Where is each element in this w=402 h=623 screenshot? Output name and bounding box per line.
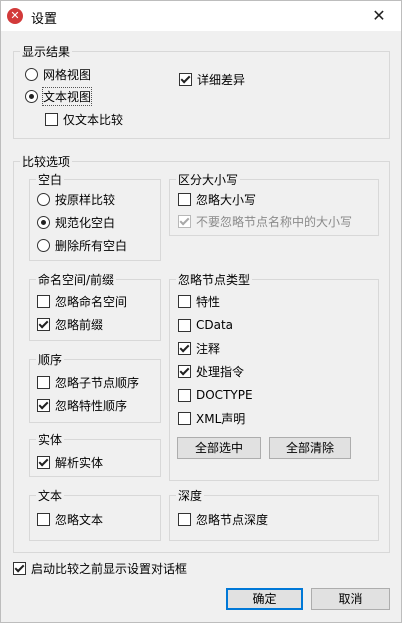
ignore-xml-declaration-checkbox[interactable]: XML声明 (178, 409, 245, 427)
checkbox-icon (37, 294, 50, 308)
checkbox-icon (45, 112, 58, 126)
entities-title: 实体 (36, 431, 65, 448)
checkbox-icon (179, 72, 192, 86)
window-title: 设置 (31, 12, 58, 27)
radio-icon (25, 67, 38, 81)
whitespace-normalize-radio[interactable]: 规范化空白 (37, 213, 115, 231)
order-title: 顺序 (36, 351, 65, 368)
checkbox-icon (178, 388, 191, 402)
show-before-compare-checkbox[interactable]: 启动比较之前显示设置对话框 (13, 559, 187, 577)
case-sensitivity-title: 区分大小写 (176, 171, 241, 188)
checkbox-icon (178, 294, 191, 308)
title-bar: ✕ 设置 ✕ (1, 1, 401, 31)
whitespace-strip-all-radio[interactable]: 删除所有空白 (37, 236, 127, 254)
ignore-cdata-checkbox[interactable]: CData (178, 316, 233, 334)
ignore-comments-checkbox[interactable]: 注释 (178, 339, 220, 357)
whitespace-as-is-radio[interactable]: 按原样比较 (37, 190, 115, 208)
checkbox-icon (178, 512, 191, 526)
ignore-namespace-checkbox[interactable]: 忽略命名空间 (37, 292, 127, 310)
ignore-node-depth-checkbox[interactable]: 忽略节点深度 (178, 510, 268, 528)
radio-icon (37, 192, 50, 206)
ignore-attr-order-checkbox[interactable]: 忽略特性顺序 (37, 396, 127, 414)
ignore-case-checkbox[interactable]: 忽略大小写 (178, 190, 256, 208)
checkbox-icon (178, 411, 191, 425)
grid-view-radio[interactable]: 网格视图 (25, 65, 91, 83)
ignore-child-order-checkbox[interactable]: 忽略子节点顺序 (37, 373, 139, 391)
detailed-diff-checkbox[interactable]: 详细差异 (179, 70, 245, 88)
checkbox-icon (178, 341, 191, 355)
checkbox-icon (13, 561, 26, 575)
close-icon[interactable]: ✕ (357, 1, 401, 31)
cancel-button[interactable]: 取消 (311, 588, 390, 610)
display-results-title: 显示结果 (20, 43, 73, 60)
checkbox-icon (37, 455, 50, 469)
checkbox-icon (178, 192, 191, 206)
ignore-node-types-title: 忽略节点类型 (176, 271, 253, 288)
text-title: 文本 (36, 487, 65, 504)
ignore-attributes-checkbox[interactable]: 特性 (178, 292, 220, 310)
text-view-radio[interactable]: 文本视图 (25, 86, 93, 106)
x-logo-icon: ✕ (7, 8, 23, 24)
namespace-title: 命名空间/前缀 (36, 271, 117, 288)
ignore-processing-instructions-checkbox[interactable]: 处理指令 (178, 362, 244, 380)
whitespace-title: 空白 (36, 171, 65, 188)
checkbox-icon (37, 398, 50, 412)
ok-button[interactable]: 确定 (226, 588, 303, 610)
checkbox-icon (178, 318, 191, 332)
radio-icon (25, 89, 38, 103)
checkbox-icon (37, 375, 50, 389)
settings-dialog: ✕ 设置 ✕ 显示结果 网格视图 文本视图 仅文本比较 详细差异 比较选项 空白… (0, 0, 402, 623)
ignore-doctype-checkbox[interactable]: DOCTYPE (178, 386, 253, 404)
ignore-node-name-case-checkbox[interactable]: 不要忽略节点名称中的大小写 (178, 212, 352, 230)
clear-all-button[interactable]: 全部清除 (269, 437, 351, 459)
ignore-text-checkbox[interactable]: 忽略文本 (37, 510, 103, 528)
checkbox-icon (178, 214, 191, 228)
checkbox-icon (37, 317, 50, 331)
checkbox-icon (178, 364, 191, 378)
checkbox-icon (37, 512, 50, 526)
compare-options-title: 比较选项 (20, 153, 73, 170)
ignore-prefix-checkbox[interactable]: 忽略前缀 (37, 315, 103, 333)
select-all-button[interactable]: 全部选中 (177, 437, 261, 459)
radio-icon (37, 238, 50, 252)
text-compare-only-checkbox[interactable]: 仅文本比较 (45, 110, 123, 128)
radio-icon (37, 215, 50, 229)
resolve-entities-checkbox[interactable]: 解析实体 (37, 453, 103, 471)
depth-title: 深度 (176, 487, 205, 504)
